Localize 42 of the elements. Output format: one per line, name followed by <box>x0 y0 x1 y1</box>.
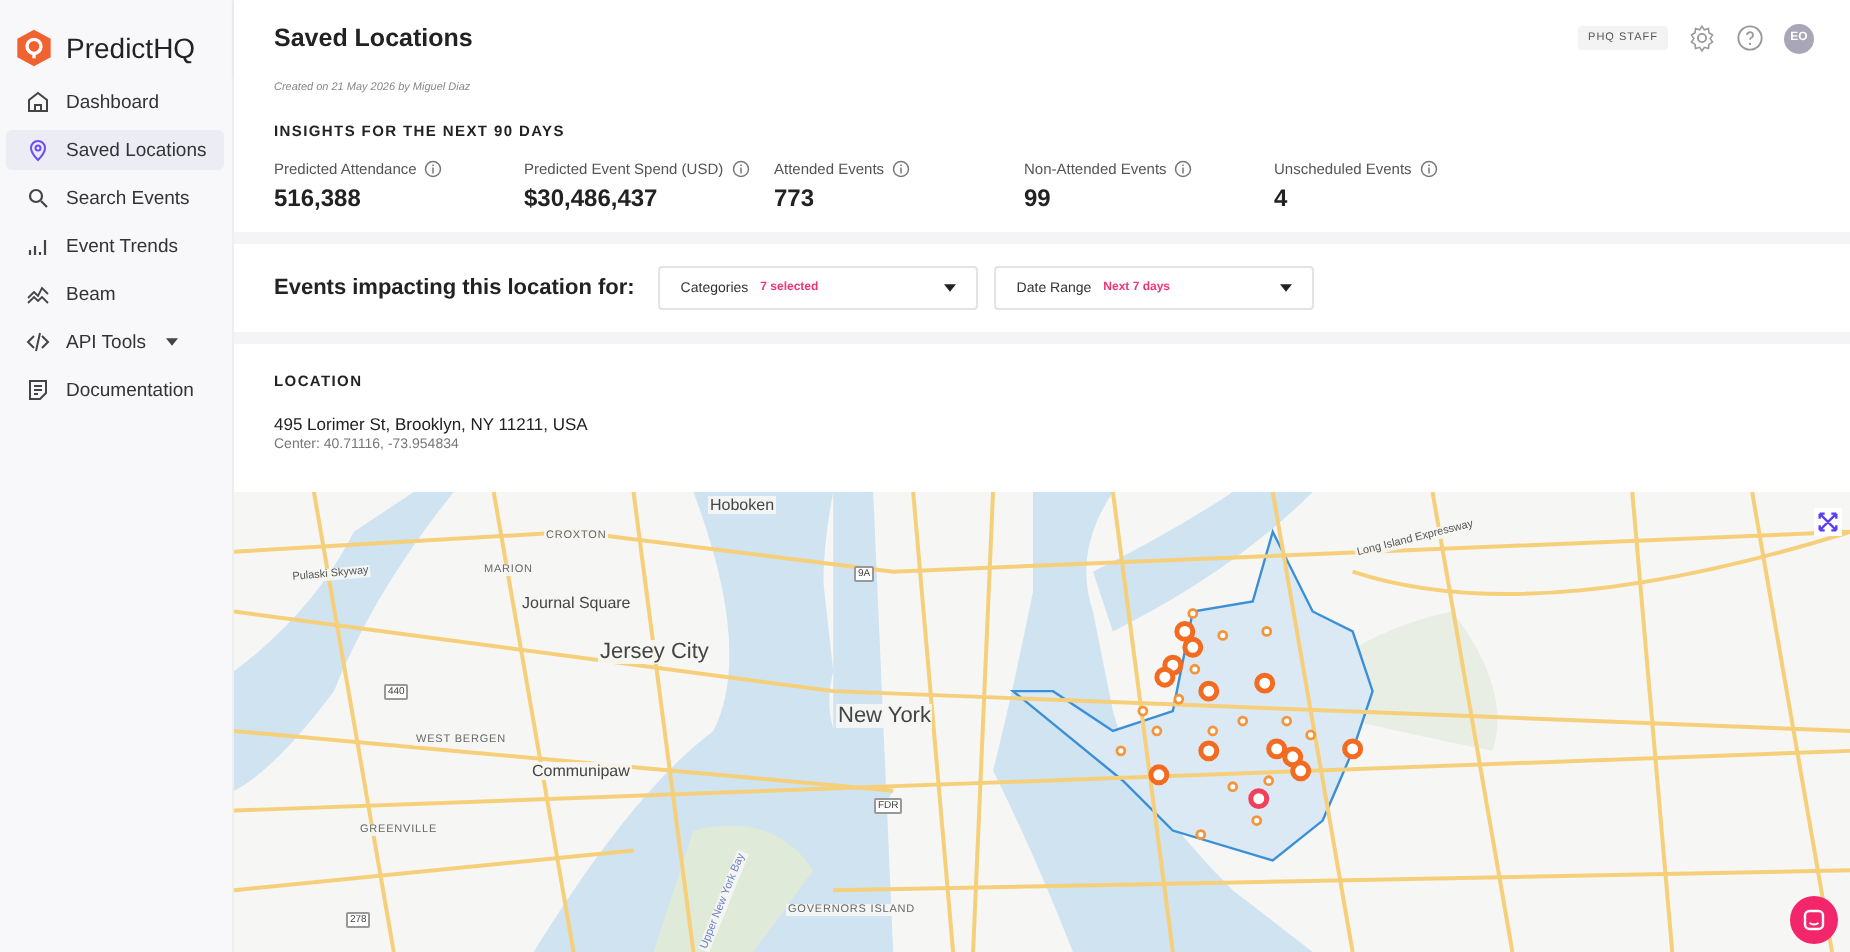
caret-icon <box>944 284 957 292</box>
stat-value: 99 <box>1024 184 1053 212</box>
place-label: Hoboken <box>708 496 777 514</box>
city-label: Jersey City <box>598 640 711 664</box>
info-icon[interactable] <box>1419 160 1438 178</box>
caret-icon <box>1280 284 1293 292</box>
logo-icon <box>14 26 54 70</box>
place-label: Journal Square <box>520 594 633 612</box>
brand-name: PredictHQ <box>66 32 196 64</box>
info-icon[interactable] <box>892 160 911 178</box>
code-icon <box>26 330 50 354</box>
stat-value: 773 <box>774 184 817 212</box>
settings-icon[interactable] <box>1688 24 1716 52</box>
nav-item[interactable]: Beam <box>6 274 224 314</box>
page-title: Saved Locations <box>274 24 473 52</box>
stat-value: $30,486,437 <box>524 184 660 212</box>
filter-title: Events impacting this location for: <box>274 276 635 300</box>
nav-item[interactable]: API Tools <box>6 322 224 362</box>
stat-value: 516,388 <box>274 184 363 212</box>
info-icon[interactable] <box>1174 160 1193 178</box>
document-icon <box>26 378 50 402</box>
nav-item[interactable]: Documentation <box>6 370 224 410</box>
nav-item[interactable]: Event Trends <box>6 226 224 266</box>
home-icon <box>26 90 50 114</box>
caret-icon <box>165 338 178 346</box>
chat-icon <box>1802 908 1826 932</box>
bar-chart-icon <box>26 234 50 258</box>
nav-item[interactable]: Dashboard <box>6 82 224 122</box>
stat-value: 4 <box>1274 184 1290 212</box>
place-label: Communipaw <box>530 762 632 780</box>
nav-item[interactable]: Search Events <box>6 178 224 218</box>
location-address: 495 Lorimer St, Brooklyn, NY 11211, USA <box>274 414 590 434</box>
location-pin-icon <box>26 138 50 162</box>
search-icon <box>26 186 50 210</box>
city-label: New York <box>836 704 933 728</box>
wave-icon <box>26 282 50 306</box>
fullscreen-button[interactable] <box>1814 508 1842 536</box>
info-icon[interactable] <box>424 160 443 178</box>
info-icon[interactable] <box>731 160 750 178</box>
help-icon[interactable] <box>1736 24 1764 52</box>
nav-item[interactable]: Saved Locations <box>6 130 224 170</box>
expand-icon <box>1818 512 1838 532</box>
